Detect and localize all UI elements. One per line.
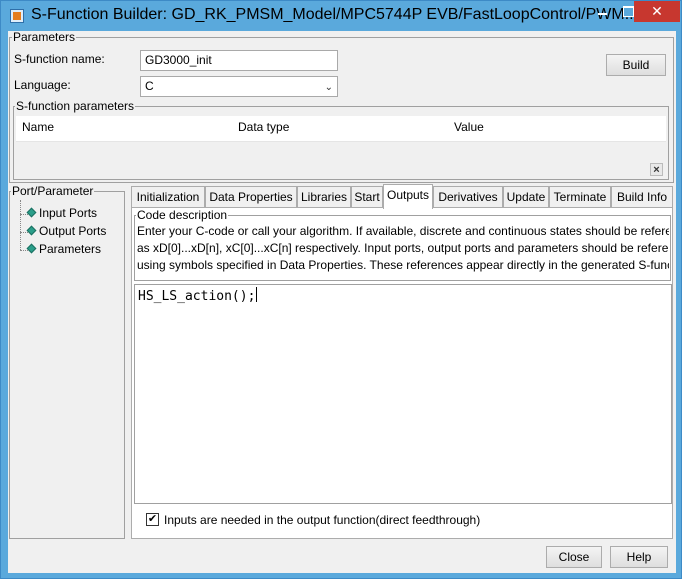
code-description-legend: Code description <box>136 208 229 222</box>
column-header-data-type[interactable]: Data type <box>238 120 289 134</box>
text-cursor <box>256 287 258 302</box>
sfunction-name-input[interactable]: GD3000_init <box>140 50 338 71</box>
simulink-app-icon <box>10 9 24 23</box>
description-line: Enter your C-code or call your algorithm… <box>137 224 669 238</box>
port-icon <box>26 225 37 236</box>
outputs-tab-panel: Code description Enter your C-code or ca… <box>131 207 673 539</box>
language-selected-value: C <box>145 79 154 93</box>
tree-connector <box>20 250 28 251</box>
tab-build-info[interactable]: Build Info <box>611 186 673 208</box>
window-title: S-Function Builder: GD_RK_PMSM_Model/MPC… <box>31 6 639 23</box>
outputs-code-editor[interactable]: HS_LS_action(); <box>134 284 672 504</box>
column-header-name[interactable]: Name <box>22 120 54 134</box>
tree-item-output-ports[interactable]: Output Ports <box>26 224 107 238</box>
close-button[interactable]: Close <box>546 546 602 568</box>
language-label: Language: <box>14 78 71 92</box>
tab-derivatives[interactable]: Derivatives <box>433 186 503 208</box>
tab-terminate[interactable]: Terminate <box>549 186 611 208</box>
code-description-group: Code description Enter your C-code or ca… <box>134 209 671 281</box>
tree-connector <box>20 214 28 215</box>
language-select[interactable]: C ⌄ <box>140 76 338 97</box>
close-window-button[interactable]: ✕ <box>634 1 680 22</box>
tree-item-label: Input Ports <box>39 206 98 220</box>
tab-start[interactable]: Start <box>351 186 383 208</box>
tree-item-parameters[interactable]: Parameters <box>26 242 102 256</box>
tab-libraries[interactable]: Libraries <box>297 186 351 208</box>
sfunction-name-label: S-function name: <box>14 52 105 66</box>
tab-data-properties[interactable]: Data Properties <box>205 186 297 208</box>
tree-connector <box>20 232 28 233</box>
dialog-client-area: Parameters S-function name: GD3000_init … <box>8 31 676 573</box>
parameter-icon <box>26 243 37 254</box>
sfunction-parameters-table-header: Name Data type Value <box>16 116 666 142</box>
port-icon <box>26 207 37 218</box>
tree-item-label: Parameters <box>39 242 102 256</box>
tree-item-input-ports[interactable]: Input Ports <box>26 206 98 220</box>
column-header-value[interactable]: Value <box>454 120 484 134</box>
sfunction-builder-window: S-Function Builder: GD_RK_PMSM_Model/MPC… <box>0 0 682 579</box>
direct-feedthrough-label: Inputs are needed in the output function… <box>164 513 481 527</box>
tree-connector <box>20 200 21 250</box>
description-line: using symbols specified in Data Properti… <box>137 258 669 272</box>
parameters-legend: Parameters <box>12 30 77 44</box>
minimize-button[interactable] <box>589 1 615 22</box>
help-button[interactable]: Help <box>610 546 668 568</box>
delete-parameter-icon[interactable]: × <box>650 163 663 176</box>
tree-item-label: Output Ports <box>39 224 107 238</box>
chevron-down-icon: ⌄ <box>324 82 333 93</box>
code-text: HS_LS_action(); <box>138 289 256 304</box>
parameters-group: Parameters S-function name: GD3000_init … <box>9 31 674 183</box>
title-bar[interactable]: S-Function Builder: GD_RK_PMSM_Model/MPC… <box>1 1 681 31</box>
description-line: as xD[0]...xD[n], xC[0]...xC[n] respecti… <box>137 241 669 255</box>
direct-feedthrough-checkbox[interactable]: ✔ <box>146 513 159 526</box>
build-button[interactable]: Build <box>606 54 666 76</box>
tab-initialization[interactable]: Initialization <box>131 186 205 208</box>
tab-update[interactable]: Update <box>503 186 549 208</box>
port-parameter-group: Port/Parameter Input Ports Output Ports … <box>9 185 125 539</box>
tab-outputs[interactable]: Outputs <box>383 184 433 209</box>
sfunction-parameters-group: S-function parameters Name Data type Val… <box>13 100 669 180</box>
sfunction-parameters-legend: S-function parameters <box>15 99 136 113</box>
port-parameter-legend: Port/Parameter <box>11 184 95 198</box>
